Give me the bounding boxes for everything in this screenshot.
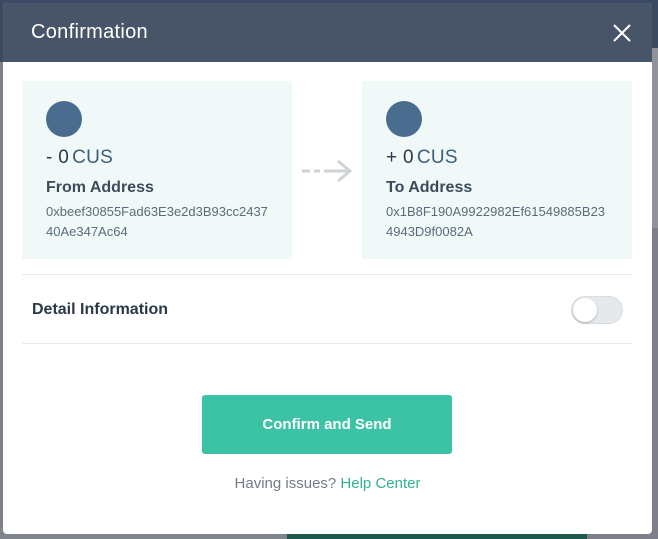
close-button[interactable] bbox=[610, 21, 634, 45]
from-sign: - bbox=[46, 147, 59, 168]
divider bbox=[22, 274, 633, 275]
to-address-value: 0x1B8F190A9922982Ef61549885B234943D9f008… bbox=[386, 204, 606, 239]
from-avatar bbox=[46, 101, 82, 137]
to-card: + 0 CUS To Address 0x1B8F190A9922982Ef615… bbox=[362, 81, 632, 259]
from-unit: CUS bbox=[72, 147, 114, 168]
to-avatar bbox=[386, 101, 422, 137]
divider bbox=[22, 343, 633, 344]
backdrop-panel bbox=[652, 48, 658, 228]
confirm-and-send-button[interactable]: Confirm and Send bbox=[202, 395, 452, 454]
from-address-label: From Address bbox=[46, 179, 154, 196]
arrow-right-icon bbox=[302, 159, 353, 183]
to-unit: CUS bbox=[416, 147, 458, 168]
from-amount-value: 0 bbox=[58, 147, 70, 168]
to-sign: + bbox=[386, 147, 403, 168]
modal-header: Confirmation bbox=[3, 3, 652, 62]
from-address-value: 0xbeef30855Fad63E3e2d3B93cc243740Ae347Ac… bbox=[46, 204, 268, 239]
help-center-link[interactable]: Help Center bbox=[340, 475, 420, 492]
from-card: - 0 CUS From Address 0xbeef30855Fad63E3e2… bbox=[22, 81, 292, 259]
modal-title: Confirmation bbox=[31, 21, 148, 43]
to-amount-value: 0 bbox=[402, 147, 414, 168]
help-line: Having issues? Help Center bbox=[3, 475, 652, 492]
to-amount: + 0 CUS bbox=[386, 147, 608, 169]
from-amount: - 0 CUS bbox=[46, 147, 268, 169]
detail-information-row: Detail Information bbox=[32, 292, 623, 328]
help-prefix: Having issues? bbox=[234, 475, 341, 492]
to-address-label: To Address bbox=[386, 179, 473, 196]
transfer-summary: - 0 CUS From Address 0xbeef30855Fad63E3e2… bbox=[22, 81, 633, 259]
detail-information-toggle[interactable] bbox=[571, 296, 623, 324]
close-icon bbox=[613, 23, 631, 42]
toggle-knob bbox=[573, 298, 597, 322]
detail-information-label: Detail Information bbox=[32, 301, 169, 318]
confirmation-modal: Confirmation - 0 CUS From Address 0xbeef3… bbox=[3, 3, 652, 534]
